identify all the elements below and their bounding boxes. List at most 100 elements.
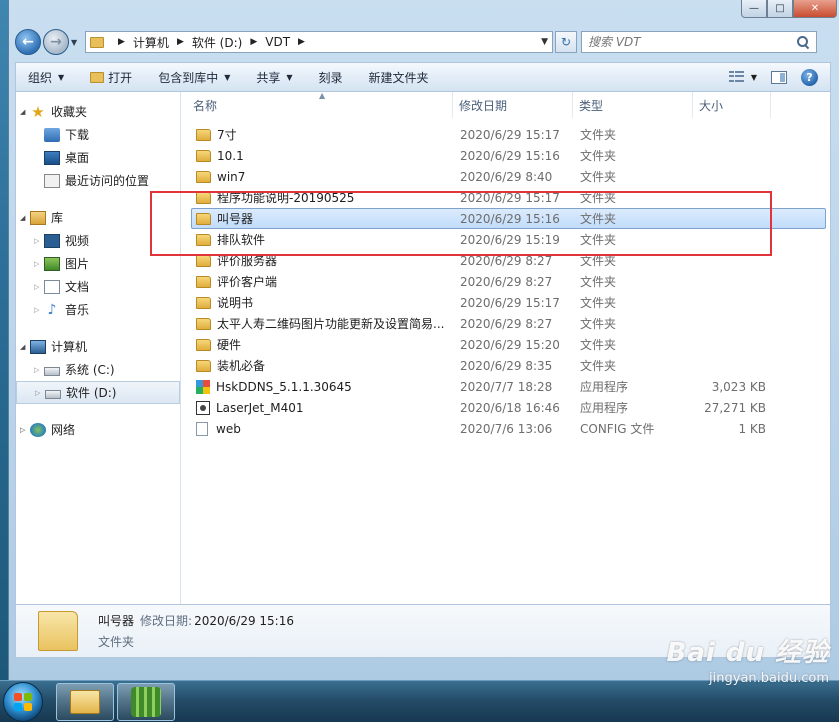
folder-icon [196, 317, 211, 330]
nav-computer[interactable]: ◢ 计算机 [16, 335, 180, 358]
file-row[interactable]: LaserJet_M401 2020/6/18 16:46 应用程序 27,271 K… [191, 397, 826, 418]
chevron-right-icon[interactable]: ▶ [250, 37, 257, 47]
collapsed-triangle-icon[interactable]: ▷ [35, 389, 40, 397]
expanded-triangle-icon[interactable]: ◢ [20, 214, 25, 222]
nav-item-downloads[interactable]: 下载 [16, 123, 180, 146]
file-date: 2020/6/29 8:27 [460, 274, 553, 289]
nav-item-documents[interactable]: ▷ 文档 [16, 275, 180, 298]
nav-favorites[interactable]: ◢ ★ 收藏夹 [16, 100, 180, 123]
file-name: LaserJet_M401 [216, 400, 304, 415]
nav-item-videos[interactable]: ▷ 视频 [16, 229, 180, 252]
details-date: 2020/6/29 15:16 [194, 614, 294, 628]
file-row[interactable]: 7寸 2020/6/29 15:17 文件夹 [191, 124, 826, 145]
column-header-name[interactable]: 名称 [181, 92, 453, 118]
minimize-button[interactable]: — [741, 0, 767, 18]
nav-network[interactable]: ▷ 网络 [16, 418, 180, 441]
search-box[interactable] [581, 31, 817, 53]
breadcrumb-drive-d[interactable]: 软件 (D:) [192, 34, 242, 51]
chevron-right-icon[interactable]: ▶ [118, 37, 125, 47]
close-button[interactable]: ✕ [793, 0, 837, 18]
file-row[interactable]: 装机必备 2020/6/29 8:35 文件夹 [191, 355, 826, 376]
file-date: 2020/6/29 15:16 [460, 148, 560, 163]
breadcrumb-computer[interactable]: 计算机 [133, 34, 169, 51]
chevron-right-icon[interactable]: ▶ [177, 37, 184, 47]
column-headers: ▲ 名称 修改日期 类型 大小 [181, 91, 830, 118]
include-in-library-menu[interactable]: 包含到库中 ▼ [158, 69, 230, 86]
nav-label: 网络 [51, 423, 76, 437]
column-header-type[interactable]: 类型 [573, 92, 693, 118]
preview-pane-icon[interactable] [771, 70, 787, 84]
chevron-right-icon[interactable]: ▶ [298, 37, 305, 47]
nav-item-recent-places[interactable]: 最近访问的位置 [16, 169, 180, 192]
file-name-cell: 7寸 [192, 126, 456, 143]
nav-label: 软件 (D:) [66, 386, 117, 400]
taskbar-explorer-button[interactable] [56, 683, 114, 721]
breadcrumb-vdt[interactable]: VDT [265, 35, 290, 49]
recent-pages-dropdown[interactable]: ▼ [71, 38, 81, 47]
new-folder-button[interactable]: 新建文件夹 [369, 69, 429, 86]
column-header-size[interactable]: 大小 [693, 92, 771, 118]
address-bar[interactable]: ▶ 计算机 ▶ 软件 (D:) ▶ VDT ▶ ▼ [85, 31, 553, 53]
chevron-down-icon[interactable]: ▼ [751, 73, 757, 82]
file-row[interactable]: web 2020/7/6 13:06 CONFIG 文件 1 KB [191, 418, 826, 439]
nav-item-drive-d[interactable]: ▷ 软件 (D:) [16, 381, 180, 404]
share-menu[interactable]: 共享 ▼ [256, 69, 292, 86]
file-type: 文件夹 [580, 296, 617, 310]
chevron-down-icon[interactable]: ▼ [541, 37, 548, 47]
app-icon [196, 379, 210, 394]
file-type: 文件夹 [580, 254, 617, 268]
collapsed-triangle-icon[interactable]: ▷ [34, 306, 39, 314]
collapsed-triangle-icon[interactable]: ▷ [34, 366, 39, 374]
watermark: Bai du 经验 jingyan.baidu.com [667, 632, 830, 686]
file-size: 27,271 KB [704, 400, 766, 415]
nav-label: 桌面 [65, 151, 90, 165]
file-row[interactable]: 评价服务器 2020/6/29 8:27 文件夹 [191, 250, 826, 271]
app-icon [131, 687, 161, 717]
nav-item-drive-c[interactable]: ▷ 系统 (C:) [16, 358, 180, 381]
nav-libraries[interactable]: ◢ 库 [16, 206, 180, 229]
nav-item-pictures[interactable]: ▷ 图片 [16, 252, 180, 275]
file-size: 1 KB [738, 421, 766, 436]
organize-menu[interactable]: 组织 ▼ [28, 69, 64, 86]
file-date: 2020/6/29 15:16 [460, 211, 560, 226]
file-row[interactable]: HskDDNS_5.1.1.30645 2020/7/7 18:28 应用程序 3,0… [191, 376, 826, 397]
folder-icon [196, 149, 211, 162]
file-row[interactable]: 排队软件 2020/6/29 15:19 文件夹 [191, 229, 826, 250]
search-input[interactable] [588, 35, 796, 49]
column-header-date[interactable]: 修改日期 [453, 92, 573, 118]
config-icon [196, 421, 208, 436]
file-row[interactable]: 程序功能说明-20190525 2020/6/29 15:17 文件夹 [191, 187, 826, 208]
nav-item-music[interactable]: ▷ ♪ 音乐 [16, 298, 180, 321]
file-row[interactable]: win7 2020/6/29 8:40 文件夹 [191, 166, 826, 187]
open-button[interactable]: 打开 [90, 69, 132, 86]
nav-label: 收藏夹 [51, 105, 88, 119]
collapsed-triangle-icon[interactable]: ▷ [34, 283, 39, 291]
file-type: 文件夹 [580, 149, 617, 163]
forward-button[interactable]: → [43, 29, 69, 55]
refresh-button[interactable]: ↻ [555, 31, 577, 53]
file-row[interactable]: 叫号器 2020/6/29 15:16 文件夹 [191, 208, 826, 229]
maximize-button[interactable]: □ [767, 0, 793, 18]
file-row[interactable]: 太平人寿二维码图片功能更新及设置简易... 2020/6/29 8:27 文件夹 [191, 313, 826, 334]
documents-icon [44, 279, 60, 294]
collapsed-triangle-icon[interactable]: ▷ [34, 260, 39, 268]
taskbar-app-button[interactable] [117, 683, 175, 721]
file-row[interactable]: 评价客户端 2020/6/29 8:27 文件夹 [191, 271, 826, 292]
details-date-label: 修改日期: [140, 614, 193, 628]
help-icon[interactable]: ? [801, 68, 818, 86]
file-type: 文件夹 [580, 233, 617, 247]
file-row[interactable]: 硬件 2020/6/29 15:20 文件夹 [191, 334, 826, 355]
view-options-icon[interactable] [728, 71, 745, 83]
expanded-triangle-icon[interactable]: ◢ [20, 343, 25, 351]
expanded-triangle-icon[interactable]: ◢ [20, 108, 25, 116]
collapsed-triangle-icon[interactable]: ▷ [34, 237, 39, 245]
file-row[interactable]: 说明书 2020/6/29 15:17 文件夹 [191, 292, 826, 313]
search-icon[interactable] [796, 35, 810, 49]
start-button[interactable] [3, 682, 43, 722]
nav-label: 图片 [65, 257, 90, 271]
burn-button[interactable]: 刻录 [319, 69, 343, 86]
back-button[interactable]: ← [15, 29, 41, 55]
nav-item-desktop[interactable]: 桌面 [16, 146, 180, 169]
collapsed-triangle-icon[interactable]: ▷ [20, 426, 25, 434]
file-row[interactable]: 10.1 2020/6/29 15:16 文件夹 [191, 145, 826, 166]
